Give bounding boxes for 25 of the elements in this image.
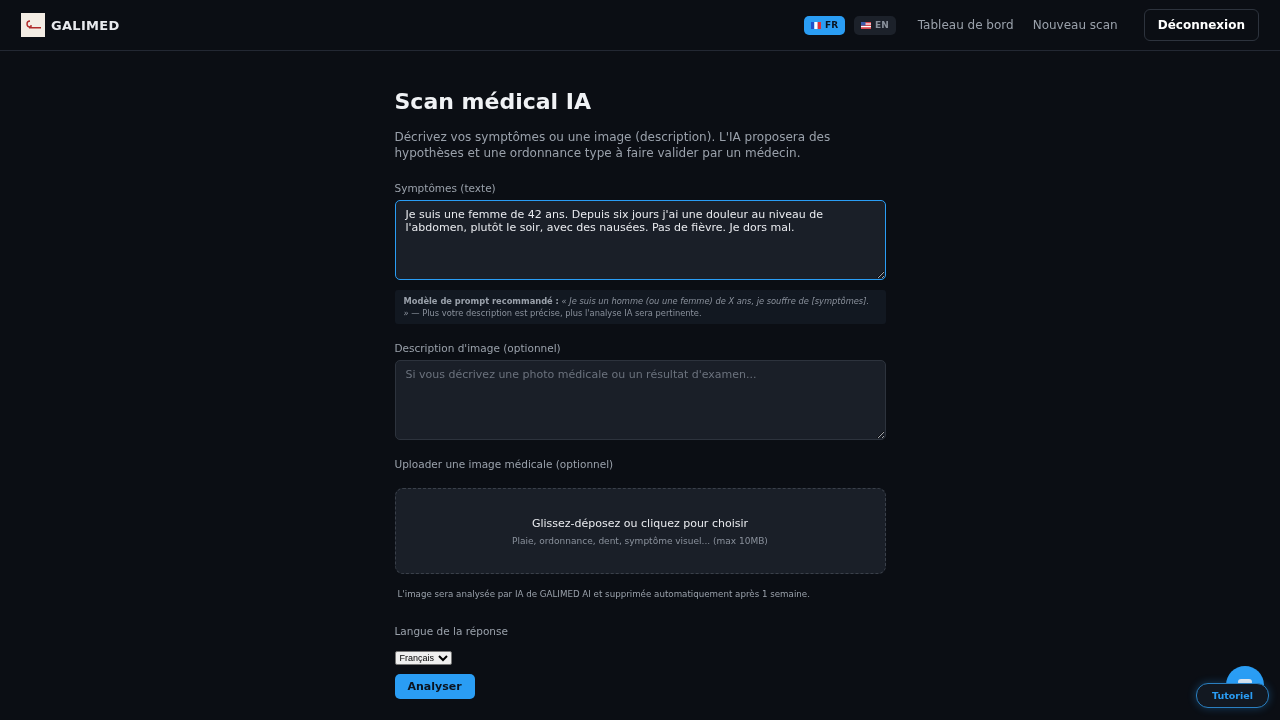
- analyse-button[interactable]: Analyser: [394, 674, 475, 699]
- image-description-field[interactable]: Si vous décrivez une photo médicale ou un résultat d'examen...: [394, 360, 886, 440]
- dropzone-hint: Plaie, ordonnance, dent, symptôme visuel... (max 10MB): [512, 535, 768, 546]
- symptoms-field[interactable]: Je suis une femme de 42 ans. Depuis six jours j'ai une douleur au niveau de l'abdomen, plutôt le soir, avec des nausées. Pas de fièvre. Je dors mal.: [394, 200, 886, 280]
- intro-text: Décrivez vos symptômes ou une image (description). L'IA proposera des hypothèses et une ordonnance type à faire valider par un médecin.: [394, 129, 832, 161]
- flag-icon: [811, 21, 821, 29]
- logo-icon: [21, 13, 45, 37]
- prompt-hint: Modèle de prompt recommandé : « Je suis un homme (ou une femme) de X ans, je souffre de [symptômes]. » — Plus votre description est précise, plus l'analyse IA sera pertinente.: [394, 290, 886, 324]
- language-select[interactable]: Français: [394, 651, 452, 665]
- page-title: Scan médical IA: [394, 89, 592, 114]
- tutorial-button[interactable]: Tutoriel: [1196, 683, 1269, 708]
- language-button[interactable]: FR: [804, 15, 846, 35]
- logout-button[interactable]: Déconnexion: [1143, 9, 1259, 41]
- field-label: Description d'image (optionnel): [394, 342, 562, 354]
- field-label: Symptômes (texte): [394, 182, 497, 194]
- field-label: Langue de la réponse: [394, 625, 509, 637]
- nav-link[interactable]: Tableau de bord: [917, 18, 1014, 32]
- language-button[interactable]: EN: [854, 15, 896, 35]
- field-label: Uploader une image médicale (optionnel): [394, 458, 615, 470]
- flag-icon: [861, 21, 872, 29]
- upload-note: L'image sera analysée par IA de GALIMED AI et supprimée automatiquement après 1 semaine.: [397, 589, 811, 599]
- upload-dropzone[interactable]: Glissez-déposez ou cliquez pour choisir Plaie, ordonnance, dent, symptôme visuel... (max 10MB): [394, 488, 886, 574]
- dropzone-title: Glissez-déposez ou cliquez pour choisir: [532, 516, 748, 530]
- brand-name: GALIMED: [51, 17, 120, 33]
- nav-link[interactable]: Nouveau scan: [1032, 18, 1118, 32]
